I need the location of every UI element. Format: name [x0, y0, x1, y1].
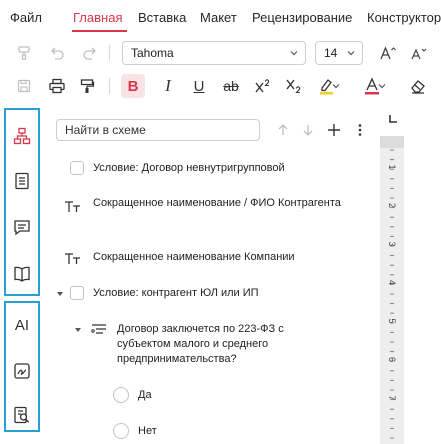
format-painter-icon[interactable] — [76, 75, 98, 97]
chevron-down-icon[interactable] — [71, 319, 85, 341]
chevron-down-icon[interactable] — [376, 75, 388, 97]
schema-icon[interactable] — [6, 122, 38, 150]
arrow-down-icon[interactable] — [297, 119, 319, 141]
format-brush-icon[interactable] — [13, 42, 35, 64]
document-search-icon[interactable] — [6, 401, 38, 429]
active-tab-indicator — [72, 30, 127, 32]
font-size-value: 14 — [324, 46, 338, 60]
ruler-margin — [380, 136, 404, 148]
signature-icon[interactable] — [6, 357, 38, 385]
tree-item-label[interactable]: Условие: Договор невнутригрупповой — [93, 161, 373, 176]
strikethrough-button[interactable]: ab — [220, 75, 242, 97]
ruler-number: 7 — [387, 395, 397, 400]
comment-icon[interactable] — [6, 213, 38, 241]
decrease-font-icon[interactable] — [408, 42, 430, 64]
schema-search-input[interactable] — [56, 119, 260, 141]
ruler-number: 3 — [387, 241, 397, 246]
more-vertical-icon[interactable] — [349, 119, 371, 141]
chevron-down-icon[interactable] — [53, 283, 67, 305]
bold-button[interactable]: B — [121, 74, 145, 98]
choice-list-icon — [88, 319, 110, 341]
tab-stop-icon[interactable] — [384, 108, 402, 130]
ai-icon[interactable]: AI — [6, 311, 38, 339]
font-size-select[interactable]: 14 — [315, 41, 363, 65]
sidebar-group-navigation — [4, 108, 40, 296]
tree-item-label[interactable]: Договор заключется по 223-ФЗ с субъектом… — [117, 322, 317, 367]
text-field-icon — [62, 196, 84, 218]
underline-button[interactable]: U — [188, 75, 210, 97]
chevron-down-icon — [347, 51, 355, 56]
vertical-ruler[interactable]: 1 2 3 4 5 6 7 — [380, 136, 404, 444]
tree-item-label[interactable]: Сокращенное наименование / ФИО Контраген… — [93, 196, 368, 211]
ruler-number: 6 — [387, 357, 397, 362]
increase-font-icon[interactable] — [377, 42, 399, 64]
menu-layout[interactable]: Макет — [200, 10, 237, 25]
chevron-down-icon[interactable] — [330, 75, 342, 97]
menu-file[interactable]: Файл — [10, 10, 42, 25]
toolbar-separator — [109, 45, 110, 61]
ruler-number: 2 — [387, 203, 397, 208]
menu-review[interactable]: Рецензирование — [252, 10, 352, 25]
add-icon[interactable] — [323, 119, 345, 141]
ruler-ticks: 1 2 3 4 5 6 7 — [380, 136, 404, 439]
eraser-icon[interactable] — [407, 75, 429, 97]
undo-icon[interactable] — [46, 42, 68, 64]
subscript-icon[interactable] — [283, 75, 305, 97]
arrow-up-icon[interactable] — [272, 119, 294, 141]
sidebar-group-tools: AI — [4, 301, 40, 432]
font-name: Tahoma — [131, 46, 174, 60]
tree-item-label[interactable]: Условие: контрагент ЮЛ или ИП — [93, 286, 373, 301]
text-field-icon — [62, 248, 84, 270]
ruler-number: 5 — [387, 318, 397, 323]
tree-item-label[interactable]: Сокращенное наименование Компании — [93, 250, 373, 265]
menu-constructor[interactable]: Конструктор — [367, 10, 441, 25]
redo-icon[interactable] — [79, 42, 101, 64]
radio-button[interactable] — [113, 423, 129, 439]
ruler-number: 4 — [387, 280, 397, 285]
radio-label[interactable]: Нет — [138, 424, 157, 439]
italic-button[interactable]: I — [157, 75, 179, 97]
menu-bar: Файл Главная Вставка Макет Рецензировани… — [0, 0, 441, 34]
book-icon[interactable] — [6, 260, 38, 288]
toolbar-separator — [109, 78, 110, 94]
radio-button[interactable] — [113, 387, 129, 403]
condition-checkbox[interactable] — [70, 161, 84, 175]
radio-label[interactable]: Да — [138, 388, 152, 403]
chevron-down-icon — [290, 51, 298, 56]
menu-insert[interactable]: Вставка — [138, 10, 186, 25]
document-icon[interactable] — [6, 167, 38, 195]
ruler-number: 1 — [387, 164, 397, 169]
condition-checkbox[interactable] — [70, 286, 84, 300]
print-icon[interactable] — [46, 75, 68, 97]
font-select[interactable]: Tahoma — [122, 41, 306, 65]
superscript-icon[interactable] — [252, 75, 274, 97]
menu-home[interactable]: Главная — [73, 10, 122, 25]
save-icon[interactable] — [13, 75, 35, 97]
